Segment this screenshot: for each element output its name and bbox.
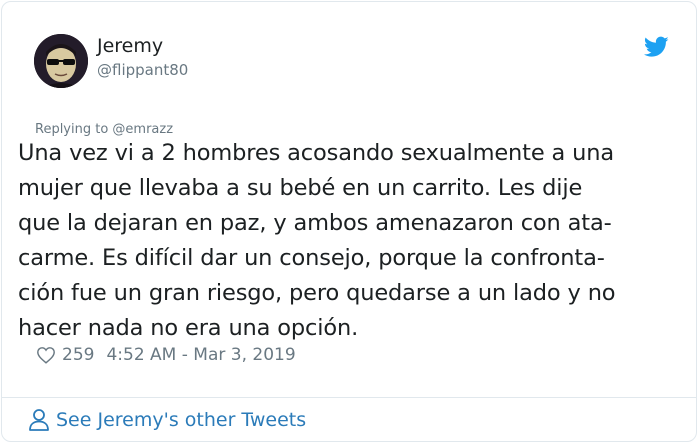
avatar[interactable] [34, 34, 88, 88]
tweet-line: hacer nada no era una opción. [18, 315, 359, 341]
like-count[interactable]: 259 [62, 345, 94, 365]
replying-to-line[interactable]: Replying to @emrazz [35, 122, 173, 137]
author-name[interactable]: Jeremy [97, 35, 163, 57]
author-handle[interactable]: @flippant80 [97, 61, 188, 79]
person-icon [29, 409, 49, 431]
tweet-line: que la dejaran en paz, y ambos amenazaro… [18, 210, 612, 236]
see-other-tweets-link[interactable]: See Jeremy's other Tweets [28, 408, 306, 432]
tweet-timestamp[interactable]: 4:52 AM - Mar 3, 2019 [106, 345, 295, 365]
tweet-card: Jeremy @flippant80 Replying to @emrazz U… [1, 1, 697, 442]
twitter-bird-icon[interactable] [644, 36, 669, 58]
tweet-line: ción fue un gran riesgo, pero quedarse a… [18, 280, 616, 306]
see-other-tweets-label[interactable]: See Jeremy's other Tweets [56, 409, 306, 431]
heart-icon[interactable] [36, 346, 56, 364]
tweet-line: mujer que llevaba a su bebé en un carrit… [18, 175, 583, 201]
tweet-meta: 259 4:52 AM - Mar 3, 2019 [36, 345, 296, 365]
avatar-portrait [34, 34, 88, 88]
tweet-line: carme. Es difícil dar un consejo, porque… [18, 245, 605, 271]
tweet-text: Una vez vi a 2 hombres acosando sexualme… [18, 136, 686, 346]
footer-divider [2, 397, 696, 398]
tweet-line: Una vez vi a 2 hombres acosando sexualme… [18, 140, 615, 166]
